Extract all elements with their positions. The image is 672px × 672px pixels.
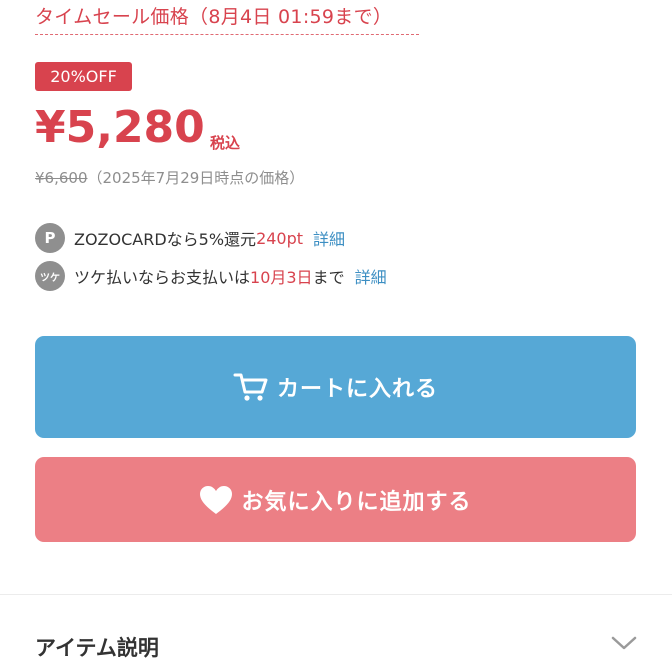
points-benefit-row: P ZOZOCARDなら5%還元 240pt 詳細 <box>35 223 345 253</box>
add-to-favorites-button[interactable]: お気に入りに追加する <box>35 457 636 542</box>
heart-icon <box>199 485 233 515</box>
points-detail-link[interactable]: 詳細 <box>313 226 345 250</box>
original-price-note: （2025年7月29日時点の価格） <box>87 169 305 187</box>
section-divider <box>0 594 672 595</box>
sale-price: ¥5,280 <box>35 102 205 153</box>
tsuke-detail-link[interactable]: 詳細 <box>355 264 387 288</box>
points-icon: P <box>35 223 65 253</box>
original-price: ¥6,600 <box>35 169 88 187</box>
tsuke-icon: ツケ <box>35 261 65 291</box>
tsuke-suffix: まで <box>312 268 345 287</box>
add-to-cart-button[interactable]: カートに入れる <box>35 336 636 438</box>
tsuke-payment-row: ツケ ツケ払いならお支払いは 10月3日 まで 詳細 <box>35 261 387 291</box>
cart-icon <box>233 371 269 403</box>
points-amount: 240pt <box>256 228 304 248</box>
sale-title-underline <box>35 34 419 35</box>
chevron-down-icon[interactable] <box>610 634 638 652</box>
item-description-heading[interactable]: アイテム説明 <box>35 632 159 662</box>
add-to-favorites-label: お気に入りに追加する <box>241 489 472 515</box>
original-price-row: ¥6,600（2025年7月29日時点の価格） <box>35 167 304 188</box>
tsuke-date: 10月3日 <box>250 268 313 287</box>
points-text: ZOZOCARDなら5%還元 <box>74 230 257 249</box>
sale-title: タイムセール価格（8月4日 01:59まで） <box>35 6 393 28</box>
tax-label: 税込 <box>210 134 241 152</box>
tsuke-text: ツケ払いならお支払いは <box>74 268 251 287</box>
discount-badge: 20%OFF <box>35 62 132 91</box>
add-to-cart-label: カートに入れる <box>276 377 438 402</box>
